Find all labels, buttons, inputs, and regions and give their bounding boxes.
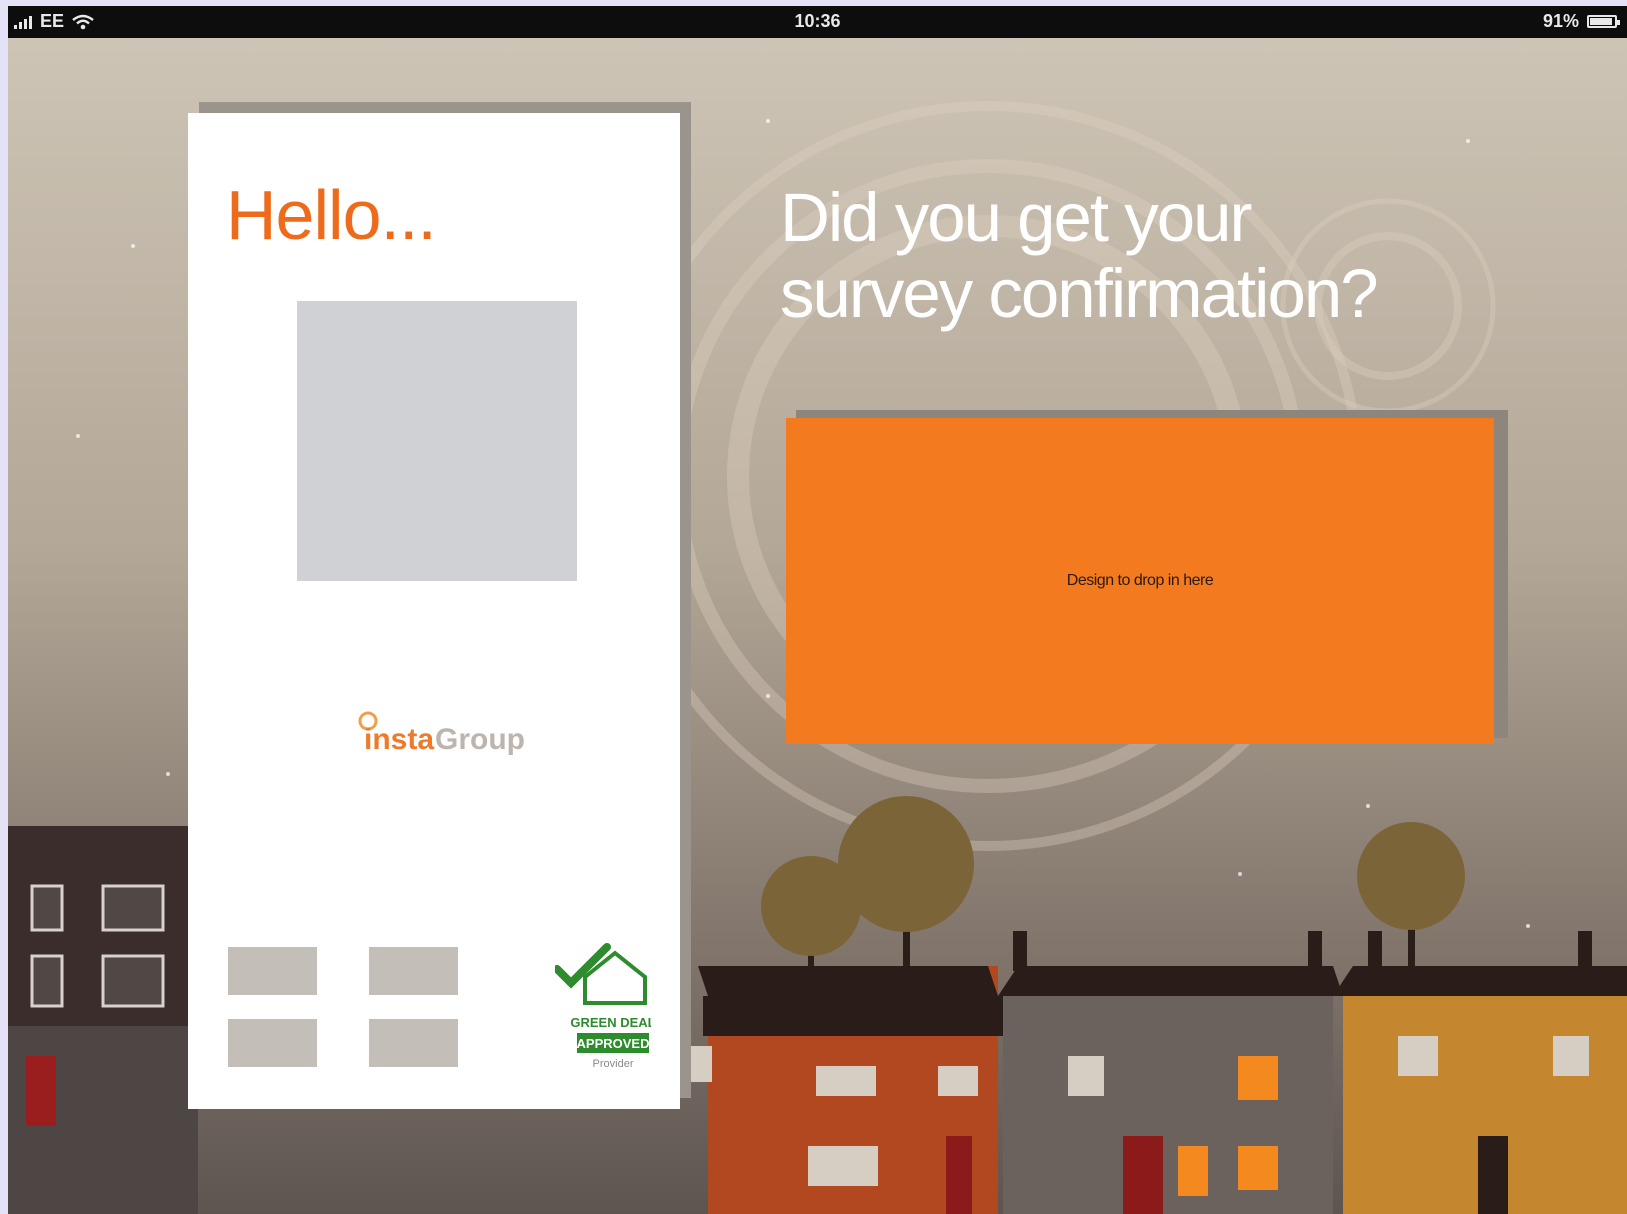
- thumbnail[interactable]: [228, 947, 317, 995]
- greeting-heading: Hello...: [226, 176, 437, 254]
- badge-line-1: GREEN DEAL: [570, 1015, 651, 1030]
- content-panel[interactable]: Design to drop in here: [786, 418, 1494, 744]
- survey-headline: Did you get your survey confirmation?: [780, 180, 1560, 332]
- logo-text-group: Group: [435, 723, 525, 756]
- thumbnail[interactable]: [369, 947, 458, 995]
- badge-line-3: Provider: [593, 1058, 634, 1070]
- badge-line-2: APPROVED: [577, 1036, 650, 1051]
- status-time: 10:36: [794, 11, 841, 31]
- headline-line-1: Did you get your: [780, 179, 1252, 256]
- logo-text-insta: insta: [364, 723, 434, 756]
- battery-percent: 91%: [1542, 11, 1579, 31]
- ipad-screen: EE 10:36 91% Hello... insta Group GREEN …: [8, 6, 1627, 1214]
- status-bar: EE 10:36 91%: [8, 6, 1627, 38]
- welcome-card: Hello... insta Group GREEN DEAL APPROVED…: [188, 113, 680, 1109]
- battery-icon: [1587, 15, 1620, 28]
- green-deal-badge: GREEN DEAL APPROVED Provider: [555, 943, 651, 1070]
- instagroup-logo: insta Group: [348, 709, 528, 769]
- headline-line-2: survey confirmation?: [780, 255, 1379, 332]
- image-placeholder: [297, 301, 577, 581]
- thumbnail[interactable]: [228, 1019, 317, 1067]
- thumbnail[interactable]: [369, 1019, 458, 1067]
- panel-placeholder-text: Design to drop in here: [1066, 572, 1214, 589]
